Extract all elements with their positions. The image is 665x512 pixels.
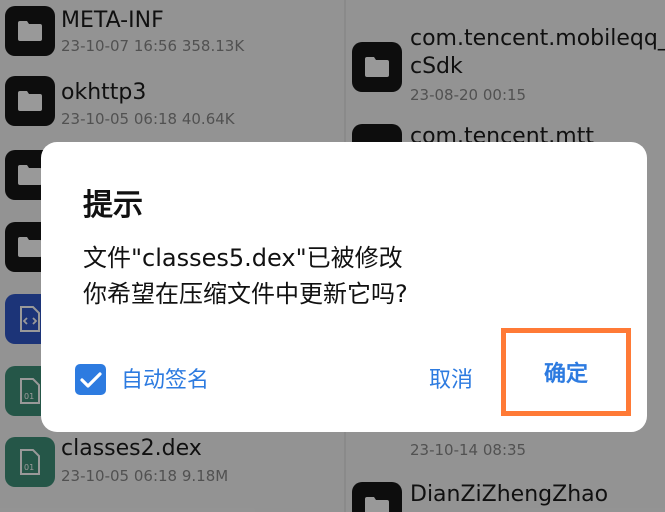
checkmark-icon [79,371,102,388]
dialog-title: 提示 [83,188,143,223]
ok-button[interactable]: 确定 [544,356,588,388]
ok-button-highlight: 确定 [501,328,631,416]
auto-sign-checkbox[interactable] [75,364,106,395]
dialog-message: 文件"classes5.dex"已被修改 你希望在压缩文件中更新它吗? [83,240,408,312]
cancel-button[interactable]: 取消 [429,362,473,394]
auto-sign-label[interactable]: 自动签名 [121,362,209,394]
dialog-message-line-2: 你希望在压缩文件中更新它吗? [83,280,408,308]
update-archive-dialog: 提示 文件"classes5.dex"已被修改 你希望在压缩文件中更新它吗? 自… [41,142,647,432]
dialog-message-line-1: 文件"classes5.dex"已被修改 [83,244,403,272]
